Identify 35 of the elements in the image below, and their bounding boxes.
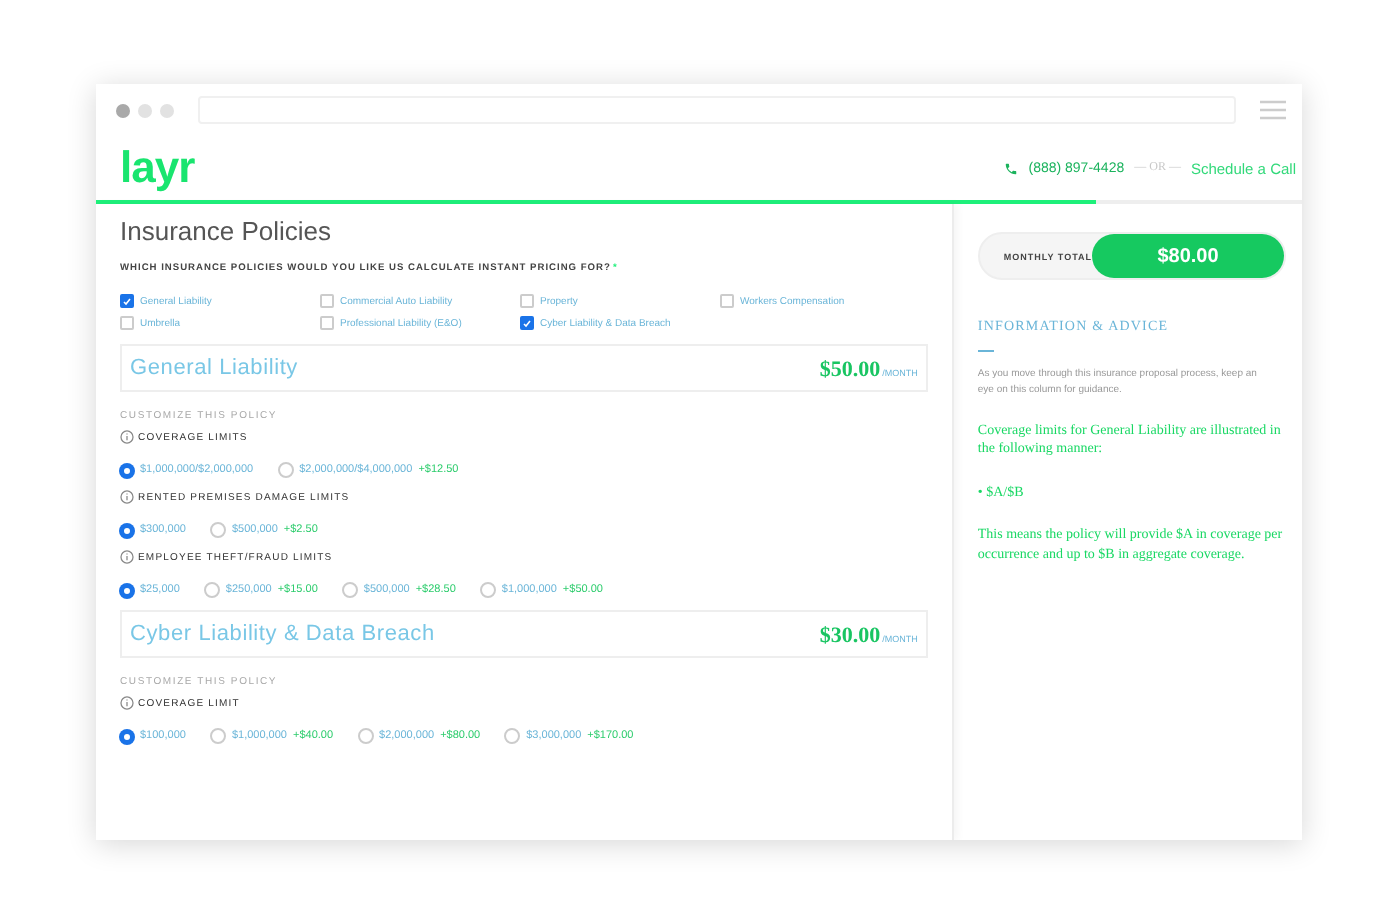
- policy-price: $50.00: [819, 358, 881, 382]
- policy-price: $30.00: [819, 624, 881, 648]
- policy-name: General Liability: [130, 356, 298, 380]
- checkbox[interactable]: [720, 294, 734, 308]
- radio-button[interactable]: [209, 522, 226, 538]
- checkbox[interactable]: [120, 294, 134, 308]
- radio-button[interactable]: [341, 582, 358, 598]
- radio-button[interactable]: [357, 728, 374, 744]
- menu-icon[interactable]: [1260, 100, 1286, 120]
- radio-button[interactable]: [120, 463, 134, 477]
- radio-button[interactable]: [120, 729, 134, 743]
- radio-button[interactable]: [120, 523, 134, 537]
- checkbox[interactable]: [320, 294, 334, 308]
- window-dot-icon: [116, 103, 130, 117]
- checkbox[interactable]: [120, 316, 134, 330]
- checkbox[interactable]: [520, 294, 534, 308]
- radio-button[interactable]: [479, 582, 496, 598]
- radio-button[interactable]: [504, 728, 521, 744]
- phone-icon: [1004, 161, 1019, 175]
- window-dot-icon: [160, 103, 174, 117]
- policy-name: Cyber Liability & Data Breach: [130, 622, 435, 646]
- total-amount: $80.00: [1092, 234, 1284, 278]
- info-icon: [120, 696, 134, 710]
- window-dot-icon: [138, 103, 152, 117]
- checkbox[interactable]: [320, 316, 334, 330]
- page-title: Insurance Policies: [120, 216, 333, 246]
- info-icon: [120, 550, 134, 564]
- radio-button[interactable]: [120, 583, 134, 597]
- radio-button[interactable]: [277, 462, 294, 478]
- info-icon: [120, 490, 134, 504]
- logo[interactable]: layr: [120, 146, 195, 190]
- radio-button[interactable]: [203, 582, 220, 598]
- radio-button[interactable]: [209, 728, 226, 744]
- info-icon: [120, 430, 134, 444]
- checkbox[interactable]: [520, 316, 534, 330]
